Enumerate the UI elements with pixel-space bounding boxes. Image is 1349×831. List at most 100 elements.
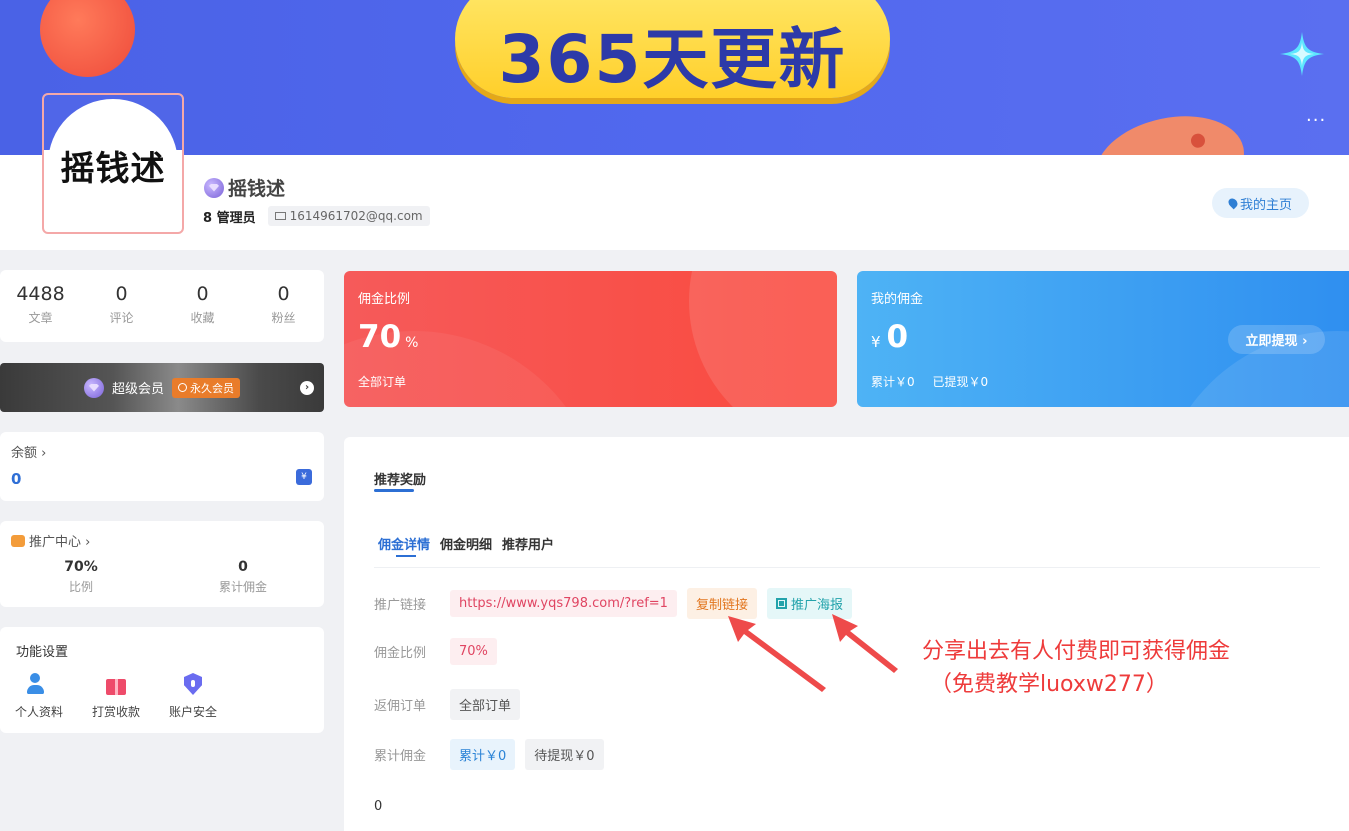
vip-membership-card[interactable]: 超级会员 永久会员 ›: [0, 363, 324, 412]
commission-ratio-value-wrap: 70%: [358, 319, 418, 355]
annotation-text-line2: （免费教学luoxw277）: [930, 672, 1168, 697]
commission-total: 累计￥0: [871, 375, 915, 389]
stat-fans[interactable]: 0 粉丝: [243, 270, 324, 342]
chevron-right-icon[interactable]: ›: [300, 381, 314, 395]
stat-label: 评论: [109, 311, 134, 325]
my-commission-title: 我的佣金: [871, 292, 924, 307]
qr-code-icon: [775, 598, 787, 609]
promotion-center-card: 推广中心 › 70% 比例 0 累计佣金: [0, 521, 324, 607]
tab-commission-details[interactable]: 佣金详情: [378, 534, 430, 557]
my-commission-card: 我的佣金 ¥0 累计￥0 已提现￥0 立即提现 ›: [857, 271, 1349, 407]
user-name: 摇钱述: [228, 178, 286, 200]
withdraw-button[interactable]: 立即提现 ›: [1228, 325, 1325, 354]
user-stats-card: 4488 文章 0 评论 0 收藏 0 粉丝: [0, 270, 324, 342]
balance-card[interactable]: 余额 › 0 ¥: [0, 432, 324, 501]
row-total-commission: 累计佣金 累计￥0 待提现￥0: [374, 739, 604, 770]
panel-title: 推荐奖励: [374, 473, 427, 488]
total-commission-tag: 累计￥0: [450, 739, 516, 770]
stat-value: 4488: [16, 283, 65, 305]
stat-comments[interactable]: 0 评论: [81, 270, 162, 342]
function-item-tipping[interactable]: 打赏收款: [87, 673, 145, 720]
diamond-icon: [204, 177, 224, 198]
user-name-row: 摇钱述: [204, 174, 285, 201]
user-role: 8 管理员: [203, 210, 256, 226]
function-label: 个人资料: [14, 705, 63, 719]
copy-link-button[interactable]: 复制链接: [686, 588, 757, 619]
panel-tabs: 佣金详情 佣金明细 推荐用户: [378, 534, 554, 557]
promotion-total-value: 0: [238, 559, 248, 575]
row-referral-link: 推广链接 https://www.yqs798.com/?ref=1 复制链接 …: [374, 588, 852, 619]
my-homepage-button[interactable]: 我的主页: [1212, 188, 1309, 218]
balance-value: 0: [11, 470, 22, 488]
banner-decoration-leaf: [1087, 103, 1253, 155]
vip-badge-text: 永久会员: [190, 381, 234, 395]
function-settings-card: 功能设置 个人资料 打赏收款 账户安全: [0, 627, 324, 733]
diamond-icon: [83, 377, 104, 398]
function-item-profile[interactable]: 个人资料: [10, 673, 68, 720]
row-label: 佣金比例: [374, 646, 427, 661]
function-label: 打赏收款: [91, 705, 140, 719]
commission-withdrawn: 已提现￥0: [932, 375, 989, 389]
stat-label: 粉丝: [271, 311, 296, 325]
banner-headline: 365天更新: [498, 21, 847, 98]
gift-icon: [104, 673, 128, 695]
pending-withdraw-tag: 待提现￥0: [525, 739, 604, 770]
row-label: 推广链接: [374, 598, 427, 613]
commission-ratio-value: 70: [358, 319, 402, 355]
stat-favorites[interactable]: 0 收藏: [162, 270, 243, 342]
tab-commission-records[interactable]: 佣金明细: [440, 534, 492, 553]
promotion-stats: 70% 比例 0 累计佣金: [0, 559, 324, 595]
vip-label: 超级会员: [111, 382, 164, 397]
promotion-total-label: 累计佣金: [218, 580, 267, 594]
mail-icon: [274, 212, 286, 220]
commission-ratio-tag: 70%: [450, 638, 497, 665]
my-commission-value: 0: [886, 319, 909, 355]
stat-value: 0: [277, 283, 290, 305]
promotion-center-link[interactable]: 推广中心 ›: [11, 531, 90, 550]
row-label: 返佣订单: [374, 699, 427, 714]
referral-link-value[interactable]: https://www.yqs798.com/?ref=1: [450, 590, 677, 617]
promotion-ratio: 70% 比例: [0, 559, 162, 595]
commission-ratio-unit: %: [405, 335, 419, 351]
row-rebate-orders: 返佣订单 全部订单: [374, 689, 521, 720]
promotion-ratio-value: 70%: [64, 559, 98, 575]
stat-label: 收藏: [190, 311, 215, 325]
promotion-ratio-label: 比例: [68, 580, 93, 594]
promotion-total: 0 累计佣金: [162, 559, 324, 595]
profile-strip: [0, 155, 1349, 250]
profile-banner: 365天更新 ···: [0, 0, 1349, 155]
annotation-text-line1: 分享出去有人付费即可获得佣金: [922, 639, 1231, 664]
function-item-security[interactable]: 账户安全: [164, 673, 222, 720]
more-icon[interactable]: ···: [1306, 112, 1326, 130]
coin-icon: [11, 534, 25, 547]
stat-value: 0: [115, 283, 128, 305]
email-badge: 1614961702@qq.com: [267, 206, 430, 226]
stat-articles[interactable]: 4488 文章: [0, 270, 81, 342]
wallet-icon[interactable]: ¥: [296, 469, 312, 485]
location-pin-icon: [1226, 196, 1240, 210]
function-settings-title: 功能设置: [16, 645, 69, 660]
stat-label: 文章: [28, 311, 53, 325]
tab-referred-users[interactable]: 推荐用户: [502, 534, 554, 553]
avatar[interactable]: 摇钱述: [42, 93, 184, 234]
commission-ratio-footer: 全部订单: [358, 375, 407, 389]
function-items: 个人资料 打赏收款 账户安全: [10, 673, 222, 720]
poster-button[interactable]: 推广海报: [766, 588, 852, 619]
currency-symbol: ¥: [871, 333, 881, 351]
balance-title[interactable]: 余额 ›: [11, 442, 46, 461]
banner-decoration-ball: [40, 0, 135, 77]
commission-ratio-title: 佣金比例: [358, 292, 411, 307]
sparkle-icon: [1280, 32, 1324, 76]
vip-badge: 永久会员: [172, 377, 240, 398]
my-commission-footer: 累计￥0 已提现￥0: [871, 373, 1002, 390]
stat-value: 0: [196, 283, 209, 305]
my-commission-value-wrap: ¥0: [871, 319, 908, 355]
my-homepage-label: 我的主页: [1239, 197, 1292, 213]
poster-button-label: 推广海报: [790, 598, 843, 613]
panel-footer-value: 0: [374, 799, 383, 814]
rebate-orders-tag: 全部订单: [450, 689, 521, 720]
user-meta: 8 管理员 1614961702@qq.com: [203, 206, 430, 226]
commission-ratio-card: 佣金比例 70% 全部订单: [344, 271, 837, 407]
tabs-divider: [374, 567, 1320, 568]
email-text: 1614961702@qq.com: [289, 209, 423, 223]
